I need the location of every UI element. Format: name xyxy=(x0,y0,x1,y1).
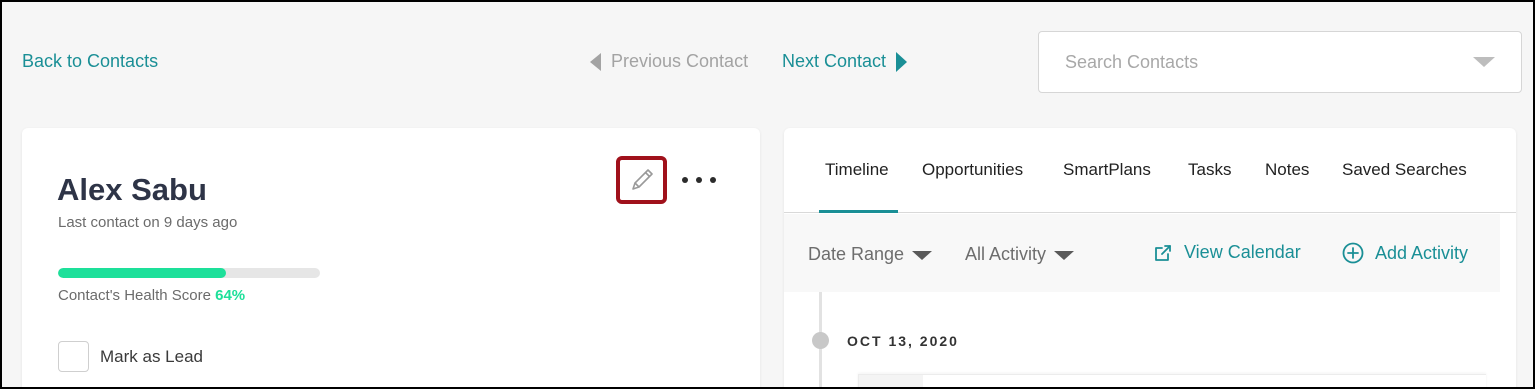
back-to-contacts-link[interactable]: Back to Contacts xyxy=(22,51,158,72)
tab-smartplans[interactable]: SmartPlans xyxy=(1063,160,1151,180)
plus-circle-icon xyxy=(1342,242,1364,264)
contact-name: Alex Sabu xyxy=(57,172,207,207)
caret-down-icon xyxy=(912,251,933,260)
next-contact-link[interactable]: Next Contact xyxy=(782,51,908,72)
health-score-text: Contact's Health Score 64% xyxy=(58,287,245,304)
add-activity-button[interactable]: Add Activity xyxy=(1342,242,1468,264)
health-score-value: 64% xyxy=(215,287,246,304)
all-activity-label: All Activity xyxy=(965,244,1047,264)
activity-filter-bar: Date Range All Activity View Calendar Ad… xyxy=(784,214,1500,292)
tab-tasks[interactable]: Tasks xyxy=(1188,160,1231,180)
search-contacts-input[interactable] xyxy=(1065,51,1473,73)
triangle-left-icon xyxy=(590,52,601,71)
next-contact-label: Next Contact xyxy=(782,51,887,71)
tab-notes[interactable]: Notes xyxy=(1265,160,1309,180)
activity-item-side xyxy=(859,375,923,389)
activity-tabs: Timeline Opportunities SmartPlans Tasks … xyxy=(784,128,1516,213)
more-dots-icon xyxy=(682,177,688,183)
active-tab-indicator xyxy=(819,210,898,213)
edit-contact-button[interactable] xyxy=(616,156,667,204)
view-calendar-link[interactable]: View Calendar xyxy=(1153,242,1301,263)
health-score-label: Contact's Health Score xyxy=(58,287,211,304)
more-dot xyxy=(710,177,716,183)
search-contacts-select[interactable] xyxy=(1038,31,1522,93)
mark-as-lead-checkbox[interactable] xyxy=(58,341,89,372)
view-calendar-label: View Calendar xyxy=(1184,242,1301,262)
more-options-button[interactable] xyxy=(682,170,716,190)
previous-contact-label: Previous Contact xyxy=(611,51,749,71)
mark-as-lead-row[interactable]: Mark as Lead xyxy=(58,341,203,372)
mark-as-lead-label: Mark as Lead xyxy=(100,346,203,366)
health-score-bar xyxy=(58,268,320,278)
more-dot xyxy=(696,177,702,183)
previous-contact-link[interactable]: Previous Contact xyxy=(590,51,748,72)
date-range-label: Date Range xyxy=(808,244,905,264)
activity-item[interactable] xyxy=(858,374,1486,389)
caret-down-icon xyxy=(1054,251,1075,260)
date-range-dropdown[interactable]: Date Range xyxy=(808,244,933,265)
caret-down-icon[interactable] xyxy=(1473,57,1495,67)
health-score-fill xyxy=(58,268,226,278)
tab-timeline[interactable]: Timeline xyxy=(825,160,889,180)
tab-opportunities[interactable]: Opportunities xyxy=(922,160,1023,180)
pencil-icon xyxy=(631,169,653,190)
all-activity-dropdown[interactable]: All Activity xyxy=(965,244,1075,265)
contact-summary-card: Alex Sabu Last contact on 9 days ago Con… xyxy=(22,128,760,389)
timeline-date: OCT 13, 2020 xyxy=(847,333,959,349)
tab-saved-searches[interactable]: Saved Searches xyxy=(1342,160,1467,180)
triangle-right-icon xyxy=(896,51,908,72)
last-contact-text: Last contact on 9 days ago xyxy=(58,214,238,231)
timeline-dot xyxy=(812,332,829,349)
add-activity-label: Add Activity xyxy=(1375,242,1469,263)
activity-card: Timeline Opportunities SmartPlans Tasks … xyxy=(784,128,1516,389)
external-link-icon xyxy=(1155,244,1171,261)
